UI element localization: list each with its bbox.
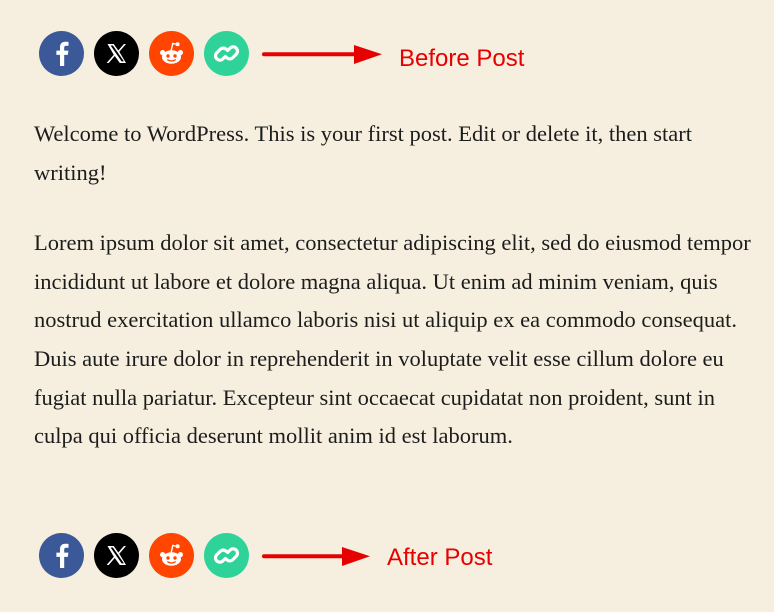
x-share-button[interactable] <box>94 31 139 76</box>
facebook-icon <box>56 543 69 568</box>
facebook-icon <box>56 41 69 66</box>
post-paragraph-2: Lorem ipsum dolor sit amet, consectetur … <box>34 230 751 449</box>
copy-link-button[interactable] <box>204 533 249 578</box>
copy-link-button[interactable] <box>204 31 249 76</box>
x-share-button[interactable] <box>94 533 139 578</box>
reddit-share-button[interactable] <box>149 31 194 76</box>
after-post-label: After Post <box>387 544 493 571</box>
post-content: Welcome to WordPress. This is your first… <box>34 115 759 488</box>
arrow-icon <box>262 45 382 64</box>
link-icon <box>213 547 240 564</box>
post-paragraph-1: Welcome to WordPress. This is your first… <box>34 121 692 185</box>
share-bar-before-post <box>39 31 249 76</box>
reddit-icon <box>160 42 183 64</box>
before-post-label: Before Post <box>399 45 525 72</box>
share-bar-after-post <box>39 533 249 578</box>
reddit-share-button[interactable] <box>149 533 194 578</box>
facebook-share-button[interactable] <box>39 533 84 578</box>
x-icon <box>106 44 126 63</box>
link-icon <box>213 45 240 62</box>
reddit-icon <box>160 544 183 566</box>
facebook-share-button[interactable] <box>39 31 84 76</box>
x-icon <box>106 546 126 565</box>
arrow-icon <box>262 547 370 566</box>
